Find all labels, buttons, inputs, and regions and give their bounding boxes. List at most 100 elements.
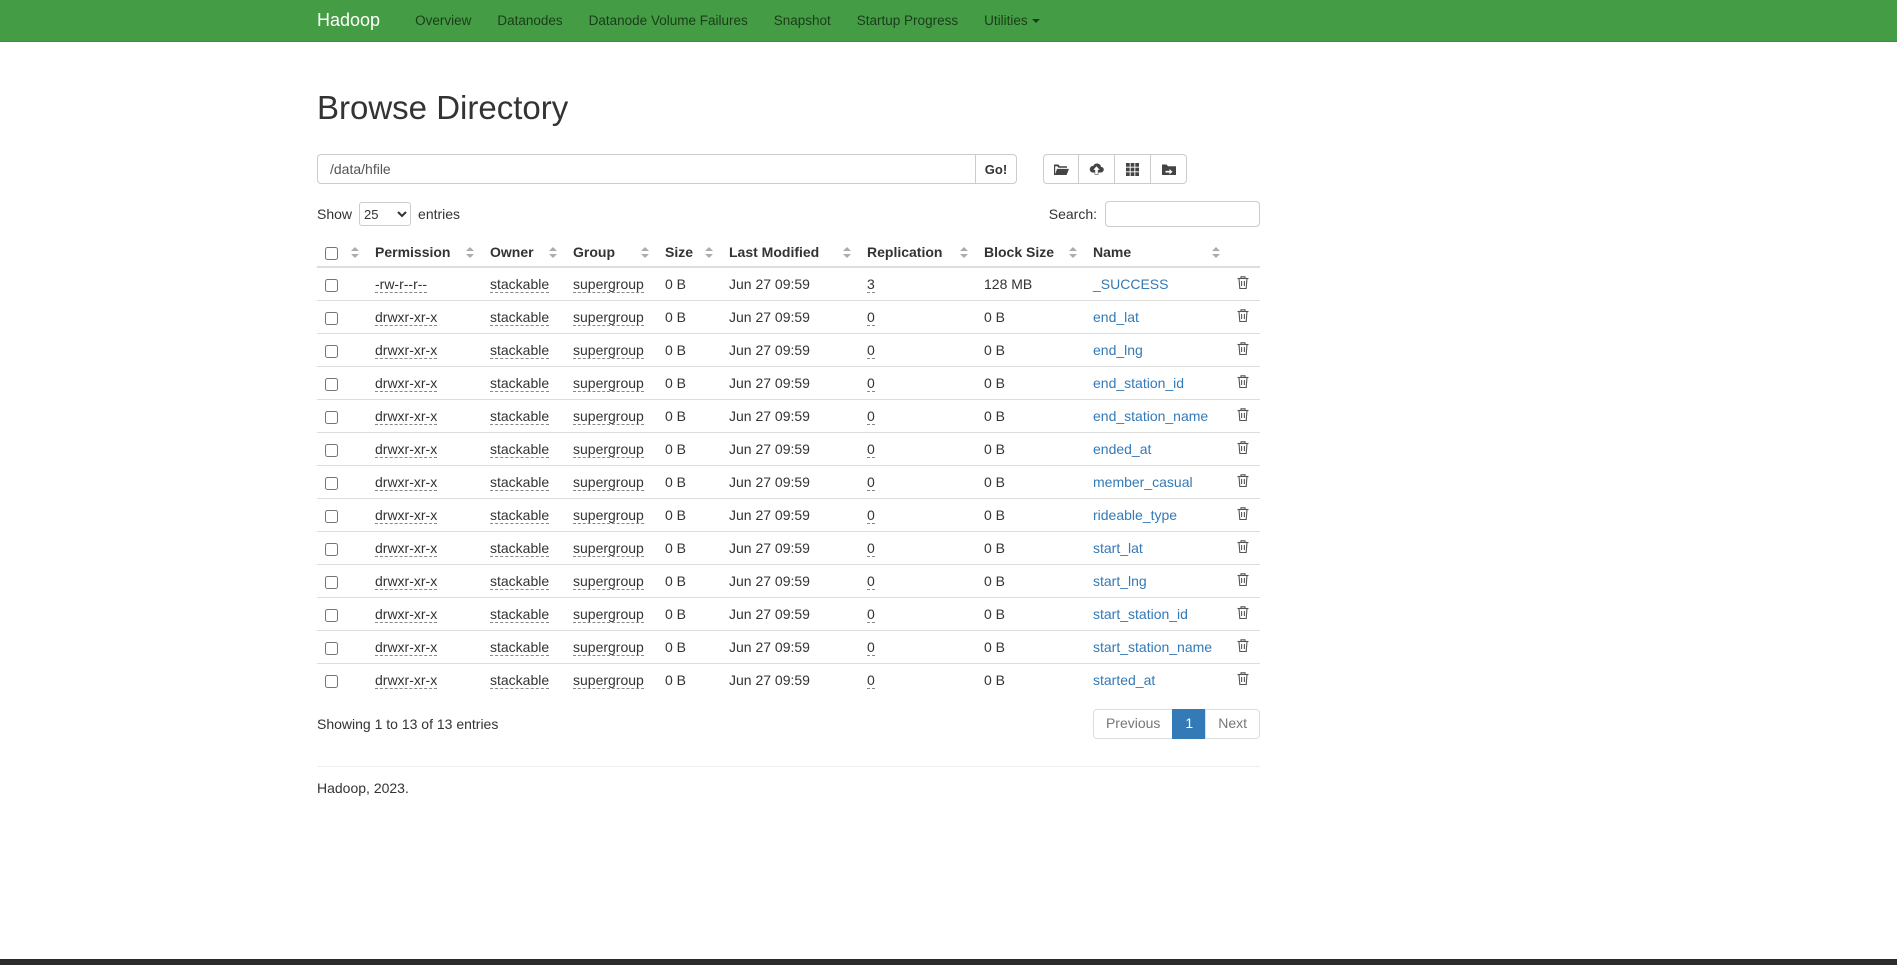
sort-icon[interactable] (466, 247, 474, 258)
group-value[interactable]: supergroup (573, 507, 644, 524)
grid-button[interactable] (1115, 154, 1151, 184)
permission-value[interactable]: drwxr-xr-x (375, 375, 437, 392)
select-all-checkbox[interactable] (325, 247, 338, 260)
sort-icon[interactable] (1212, 247, 1220, 258)
owner-value[interactable]: stackable (490, 375, 549, 392)
owner-value[interactable]: stackable (490, 672, 549, 689)
row-checkbox[interactable] (325, 378, 338, 391)
owner-value[interactable]: stackable (490, 309, 549, 326)
file-link[interactable]: start_lng (1093, 573, 1147, 589)
file-link[interactable]: start_station_id (1093, 606, 1188, 622)
replication-value[interactable]: 0 (867, 672, 875, 689)
file-link[interactable]: rideable_type (1093, 507, 1177, 523)
delete-icon[interactable] (1236, 572, 1250, 587)
file-link[interactable]: end_station_name (1093, 408, 1208, 424)
row-checkbox[interactable] (325, 576, 338, 589)
sort-icon[interactable] (705, 247, 713, 258)
header-owner[interactable]: Owner (482, 238, 565, 267)
header-name[interactable]: Name (1085, 238, 1228, 267)
nav-item-snapshot[interactable]: Snapshot (761, 0, 844, 41)
group-value[interactable]: supergroup (573, 309, 644, 326)
owner-value[interactable]: stackable (490, 639, 549, 656)
delete-icon[interactable] (1236, 638, 1250, 653)
replication-value[interactable]: 0 (867, 507, 875, 524)
header-last-modified[interactable]: Last Modified (721, 238, 859, 267)
pagination-previous-button[interactable]: Previous (1093, 709, 1173, 739)
permission-value[interactable]: drwxr-xr-x (375, 441, 437, 458)
file-link[interactable]: started_at (1093, 672, 1155, 688)
group-value[interactable]: supergroup (573, 342, 644, 359)
row-checkbox[interactable] (325, 510, 338, 523)
file-link[interactable]: member_casual (1093, 474, 1193, 490)
owner-value[interactable]: stackable (490, 408, 549, 425)
file-link[interactable]: end_lng (1093, 342, 1143, 358)
permission-value[interactable]: drwxr-xr-x (375, 573, 437, 590)
row-checkbox[interactable] (325, 477, 338, 490)
permission-value[interactable]: drwxr-xr-x (375, 309, 437, 326)
file-link[interactable]: _SUCCESS (1093, 276, 1168, 292)
permission-value[interactable]: drwxr-xr-x (375, 606, 437, 623)
permission-value[interactable]: -rw-r--r-- (375, 276, 427, 293)
row-checkbox[interactable] (325, 345, 338, 358)
delete-icon[interactable] (1236, 539, 1250, 554)
header-select-all[interactable] (317, 238, 367, 267)
sort-icon[interactable] (549, 247, 557, 258)
delete-icon[interactable] (1236, 440, 1250, 455)
owner-value[interactable]: stackable (490, 474, 549, 491)
owner-value[interactable]: stackable (490, 507, 549, 524)
nav-item-overview[interactable]: Overview (402, 0, 484, 41)
row-checkbox[interactable] (325, 411, 338, 424)
permission-value[interactable]: drwxr-xr-x (375, 408, 437, 425)
permission-value[interactable]: drwxr-xr-x (375, 474, 437, 491)
header-replication[interactable]: Replication (859, 238, 976, 267)
replication-value[interactable]: 0 (867, 441, 875, 458)
header-group[interactable]: Group (565, 238, 657, 267)
file-link[interactable]: end_lat (1093, 309, 1139, 325)
replication-value[interactable]: 0 (867, 375, 875, 392)
replication-value[interactable]: 0 (867, 309, 875, 326)
row-checkbox[interactable] (325, 642, 338, 655)
owner-value[interactable]: stackable (490, 276, 549, 293)
group-value[interactable]: supergroup (573, 375, 644, 392)
delete-icon[interactable] (1236, 341, 1250, 356)
permission-value[interactable]: drwxr-xr-x (375, 507, 437, 524)
replication-value[interactable]: 0 (867, 474, 875, 491)
sort-icon[interactable] (1069, 247, 1077, 258)
row-checkbox[interactable] (325, 543, 338, 556)
directory-path-input[interactable] (317, 154, 975, 184)
search-input[interactable] (1105, 201, 1260, 227)
permission-value[interactable]: drwxr-xr-x (375, 672, 437, 689)
replication-value[interactable]: 0 (867, 573, 875, 590)
replication-value[interactable]: 0 (867, 606, 875, 623)
move-to-folder-button[interactable] (1151, 154, 1187, 184)
nav-item-utilities[interactable]: Utilities (971, 0, 1053, 41)
sort-icon[interactable] (843, 247, 851, 258)
group-value[interactable]: supergroup (573, 408, 644, 425)
row-checkbox[interactable] (325, 279, 338, 292)
group-value[interactable]: supergroup (573, 606, 644, 623)
permission-value[interactable]: drwxr-xr-x (375, 342, 437, 359)
owner-value[interactable]: stackable (490, 573, 549, 590)
delete-icon[interactable] (1236, 275, 1250, 290)
sort-icon[interactable] (351, 247, 359, 258)
owner-value[interactable]: stackable (490, 606, 549, 623)
delete-icon[interactable] (1236, 506, 1250, 521)
replication-value[interactable]: 0 (867, 639, 875, 656)
row-checkbox[interactable] (325, 312, 338, 325)
delete-icon[interactable] (1236, 605, 1250, 620)
group-value[interactable]: supergroup (573, 672, 644, 689)
group-value[interactable]: supergroup (573, 441, 644, 458)
nav-item-datanode-volume-failures[interactable]: Datanode Volume Failures (576, 0, 761, 41)
file-link[interactable]: start_lat (1093, 540, 1143, 556)
file-link[interactable]: ended_at (1093, 441, 1151, 457)
header-size[interactable]: Size (657, 238, 721, 267)
upload-files-button[interactable] (1079, 154, 1115, 184)
row-checkbox[interactable] (325, 609, 338, 622)
permission-value[interactable]: drwxr-xr-x (375, 639, 437, 656)
replication-value[interactable]: 3 (867, 276, 875, 293)
replication-value[interactable]: 0 (867, 342, 875, 359)
replication-value[interactable]: 0 (867, 408, 875, 425)
group-value[interactable]: supergroup (573, 474, 644, 491)
header-permission[interactable]: Permission (367, 238, 482, 267)
pagination-next-button[interactable]: Next (1205, 709, 1260, 739)
